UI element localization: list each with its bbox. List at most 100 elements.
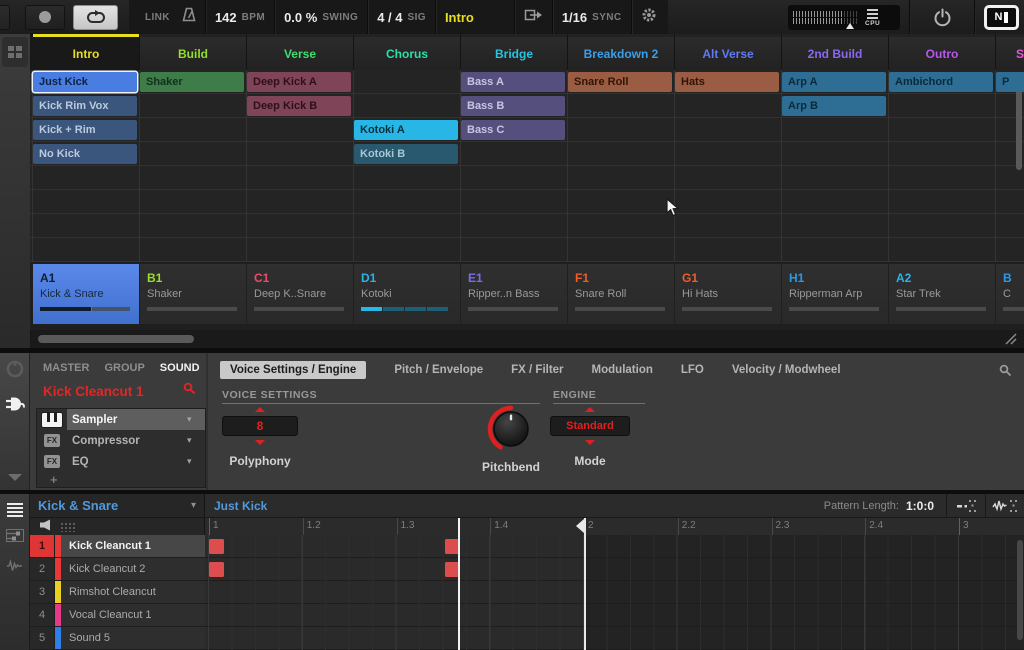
pattern-cell[interactable]: Shaker <box>140 72 244 92</box>
param-page-tab[interactable]: Modulation <box>592 364 653 376</box>
track-number[interactable]: 2 <box>30 558 55 580</box>
param-page-tab[interactable]: Velocity / Modwheel <box>732 364 841 376</box>
group-cell[interactable]: A2Star Trek <box>889 264 995 324</box>
link-toggle[interactable]: LINK <box>145 12 170 23</box>
track-row[interactable]: 2 Kick Cleancut 2 <box>30 558 205 581</box>
group-cell[interactable]: F1Snare Roll <box>568 264 674 324</box>
pitchbend-knob[interactable] <box>487 405 535 453</box>
chevron-down-icon[interactable]: ▾ <box>187 435 205 446</box>
plugin-slot[interactable]: FXEQ▾ <box>37 451 205 472</box>
pattern-cell[interactable]: Just Kick <box>33 72 137 92</box>
pattern-cell[interactable]: Kotoki A <box>354 120 458 140</box>
pattern-arranger-grid[interactable]: Just KickKick Rim VoxKick + RimNo KickSh… <box>30 70 1024 262</box>
pattern-end-marker[interactable] <box>576 519 584 533</box>
audio-engine-power-button[interactable] <box>919 8 965 27</box>
group-cell[interactable]: B1Shaker <box>140 264 246 324</box>
pattern-cell[interactable]: P <box>996 72 1024 92</box>
playhead[interactable] <box>458 518 460 650</box>
tab-master[interactable]: MASTER <box>43 362 89 374</box>
arranger-horizontal-scrollbar[interactable] <box>38 335 194 343</box>
step-resolution-value[interactable]: 1/16 <box>562 10 587 25</box>
track-row[interactable]: 1 Kick Cleancut 1 <box>30 535 205 558</box>
note-grid[interactable] <box>205 535 1024 650</box>
tab-group[interactable]: GROUP <box>104 362 144 374</box>
scene-tab[interactable]: 2nd Build <box>782 34 888 70</box>
pattern-cell[interactable]: Bass A <box>461 72 565 92</box>
pattern-cell[interactable]: Kotoki B <box>354 144 458 164</box>
pattern-cell[interactable]: Kick Rim Vox <box>33 96 137 116</box>
editor-pattern-name[interactable]: Just Kick <box>214 499 267 513</box>
song-view-button[interactable] <box>2 37 28 67</box>
scene-tab[interactable]: Alt Verse <box>675 34 781 70</box>
polyphony-value[interactable]: 8 <box>222 416 298 436</box>
collapse-chevron-icon[interactable] <box>8 474 22 481</box>
pattern-cell[interactable]: Hats <box>675 72 779 92</box>
loop-button[interactable] <box>73 5 118 30</box>
plugin-slot[interactable]: Sampler▾ <box>37 409 205 430</box>
sound-search-icon[interactable] <box>183 382 196 400</box>
pattern-cell[interactable]: Bass B <box>461 96 565 116</box>
scene-tab[interactable]: Outro <box>889 34 995 70</box>
pattern-cell[interactable]: Deep Kick B <box>247 96 351 116</box>
increment-arrow-icon[interactable] <box>255 407 265 412</box>
pattern-cell[interactable]: Deep Kick A <box>247 72 351 92</box>
param-page-tab[interactable]: Voice Settings / Engine <box>220 361 366 379</box>
follow-playhead-button[interactable] <box>524 8 543 27</box>
group-selector[interactable]: Kick & Snare ▾ <box>30 494 205 517</box>
scene-tab[interactable]: Breakdown 2 <box>568 34 674 70</box>
scene-tab[interactable]: Intro <box>33 34 139 70</box>
scene-tab[interactable]: Verse <box>247 34 353 70</box>
track-row[interactable]: 4 Vocal Cleancut 1 <box>30 604 205 627</box>
param-page-tab[interactable]: LFO <box>681 364 704 376</box>
editor-vertical-scrollbar[interactable] <box>1017 540 1023 640</box>
track-number[interactable]: 1 <box>30 535 55 557</box>
current-scene-display[interactable]: Intro <box>445 10 474 25</box>
scene-tab[interactable]: S <box>996 34 1024 70</box>
track-name[interactable]: Vocal Cleancut 1 <box>61 604 205 626</box>
chevron-down-icon[interactable]: ▾ <box>187 456 205 467</box>
track-name[interactable]: Rimshot Cleancut <box>61 581 205 603</box>
parameter-search-icon[interactable] <box>999 364 1012 382</box>
pattern-cell[interactable]: Bass C <box>461 120 565 140</box>
track-row[interactable]: 3Rimshot Cleancut <box>30 581 205 604</box>
pattern-cell[interactable]: No Kick <box>33 144 137 164</box>
time-signature-value[interactable]: 4 / 4 <box>377 10 402 25</box>
plugin-slot[interactable]: FXCompressor▾ <box>37 430 205 451</box>
audio-mode-button[interactable] <box>985 494 1024 517</box>
group-cell[interactable]: E1Ripper..n Bass <box>461 264 567 324</box>
track-number[interactable]: 5 <box>30 627 55 649</box>
group-cell[interactable]: C1Deep K..Snare <box>247 264 353 324</box>
pattern-cell[interactable]: Ambichord <box>889 72 993 92</box>
editor-group-name[interactable]: Kick & Snare <box>38 498 191 513</box>
decrement-arrow-icon[interactable] <box>585 440 595 445</box>
group-cell[interactable]: D1Kotoki <box>354 264 460 324</box>
record-button[interactable] <box>25 5 65 30</box>
play-button-partial[interactable] <box>0 5 10 30</box>
sync-label[interactable]: SYNC <box>592 12 621 23</box>
selected-sound-name[interactable]: Kick Cleancut 1 <box>43 384 183 399</box>
track-name[interactable]: Kick Cleancut 2 <box>61 558 205 580</box>
chevron-down-icon[interactable]: ▾ <box>187 414 205 425</box>
decrement-arrow-icon[interactable] <box>255 440 265 445</box>
swing-value[interactable]: 0.0 % <box>284 10 317 25</box>
group-cell[interactable]: BC <box>996 264 1024 324</box>
scene-tab[interactable]: Bridge <box>461 34 567 70</box>
track-name[interactable]: Kick Cleancut 1 <box>61 535 205 557</box>
settings-gear-icon[interactable] <box>641 7 657 28</box>
bpm-value[interactable]: 142 <box>215 10 237 25</box>
group-cell[interactable]: H1Ripperman Arp <box>782 264 888 324</box>
param-page-tab[interactable]: FX / Filter <box>511 364 563 376</box>
track-row[interactable]: 5 Sound 5 <box>30 627 205 650</box>
track-name[interactable]: Sound 5 <box>61 627 205 649</box>
step-mode-button[interactable] <box>946 494 985 517</box>
track-number[interactable]: 4 <box>30 604 55 626</box>
sample-editor-icon[interactable] <box>6 559 23 578</box>
midi-note[interactable] <box>209 539 224 554</box>
add-plugin-button[interactable]: + <box>37 472 205 487</box>
engine-mode-value[interactable]: Standard <box>550 416 630 436</box>
scene-tab[interactable]: Chorus <box>354 34 460 70</box>
control-lane-icon[interactable] <box>6 529 24 547</box>
pattern-editor-icon[interactable] <box>7 501 23 519</box>
pattern-cell[interactable]: Arp B <box>782 96 886 116</box>
step-grid-icon[interactable] <box>60 522 75 532</box>
